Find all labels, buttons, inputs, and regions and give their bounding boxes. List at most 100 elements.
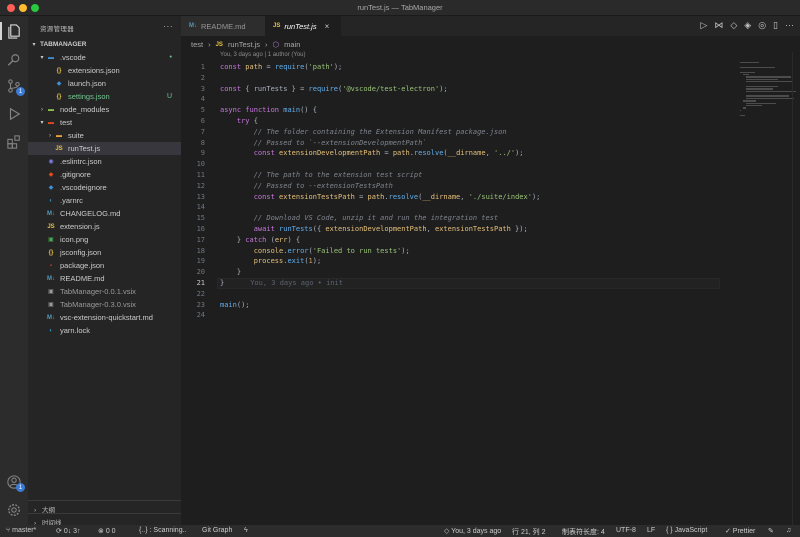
accounts-icon[interactable]: 1 bbox=[6, 474, 25, 492]
code-line[interactable]: 9 const extensionDevelopmentPath = path.… bbox=[181, 148, 741, 159]
scanning-status[interactable]: {..} : Scanning.. bbox=[139, 527, 186, 534]
settings-gear-icon[interactable] bbox=[6, 502, 22, 518]
tab-readme[interactable]: M↓ README.md bbox=[181, 16, 265, 36]
split-editor-icon[interactable]: ▯ bbox=[773, 20, 778, 31]
run-icon[interactable]: ▷ bbox=[700, 20, 707, 31]
search-icon[interactable] bbox=[6, 52, 22, 68]
sync-status[interactable]: ⟳ 0↓ 3↑ bbox=[56, 527, 81, 535]
blame-status[interactable]: ◇ You, 3 days ago bbox=[444, 527, 501, 535]
codelens-authors[interactable]: You, 3 days ago | 1 author (You) bbox=[220, 52, 306, 58]
outline-section[interactable]: › 大纲 bbox=[28, 500, 181, 514]
code-line[interactable]: 13 const extensionTestsPath = path.resol… bbox=[181, 192, 741, 203]
tree-file[interactable]: M↓ CHANGELOG.md bbox=[28, 207, 181, 220]
tree-file[interactable]: ◐ yarn.lock bbox=[28, 324, 181, 337]
tree-file[interactable]: ▣ TabManager-0.3.0.vsix bbox=[28, 298, 181, 311]
code-line[interactable]: 20 } bbox=[181, 267, 741, 278]
code-line[interactable]: 12 // Passed to --extensionTestsPath bbox=[181, 181, 741, 192]
cursor-position[interactable]: 行 21, 列 2 bbox=[512, 527, 545, 537]
tree-file[interactable]: ▪ package.json bbox=[28, 259, 181, 272]
tree-file[interactable]: ◆ .vscodeignore bbox=[28, 181, 181, 194]
code-line[interactable]: 4 bbox=[181, 94, 741, 105]
tree-folder[interactable]: ▾ ▬ test bbox=[28, 116, 181, 129]
code-line[interactable]: 15 // Download VS Code, unzip it and run… bbox=[181, 213, 741, 224]
code-line[interactable]: 2 bbox=[181, 73, 741, 84]
breadcrumb-item[interactable]: main bbox=[284, 40, 300, 49]
code-line[interactable]: 24 bbox=[181, 310, 741, 321]
branch-status[interactable]: ⑂ master* bbox=[6, 527, 36, 534]
more-actions-icon[interactable]: ··· bbox=[785, 20, 794, 31]
run-debug-icon[interactable] bbox=[6, 106, 22, 122]
code-line[interactable]: 5 async function main() { bbox=[181, 105, 741, 116]
code-line[interactable]: 17 } catch (err) { bbox=[181, 235, 741, 246]
minimap-line bbox=[746, 95, 790, 97]
tree-file[interactable]: M↓ README.md bbox=[28, 272, 181, 285]
close-tab-icon[interactable]: × bbox=[325, 22, 330, 31]
tree-file[interactable]: ◆ launch.json bbox=[28, 77, 181, 90]
git-graph-button[interactable]: Git Graph bbox=[202, 527, 232, 534]
problems-status[interactable]: ⊗ 0 0 bbox=[98, 527, 116, 535]
code-line-text: } You, 3 days ago • init bbox=[220, 279, 343, 287]
tree-file[interactable]: JS runTest.js bbox=[28, 142, 181, 155]
breadcrumb-item[interactable]: runTest.js bbox=[228, 40, 260, 49]
tree-file[interactable]: ◆ .gitignore bbox=[28, 168, 181, 181]
feedback-icon[interactable]: ✎ bbox=[768, 527, 774, 535]
more-actions-icon[interactable]: ··· bbox=[163, 21, 173, 31]
extensions-icon[interactable] bbox=[6, 134, 22, 150]
code-line[interactable]: 22 bbox=[181, 289, 741, 300]
code-line[interactable]: 21} You, 3 days ago • init bbox=[181, 278, 741, 289]
source-control-icon[interactable]: 1 bbox=[6, 78, 25, 96]
explorer-header: 资源管理器 ··· bbox=[28, 16, 181, 38]
code-line[interactable]: 7 // The folder containing the Extension… bbox=[181, 127, 741, 138]
tree-file[interactable]: ◐ .yarnrc bbox=[28, 194, 181, 207]
code-line[interactable]: 1 const path = require('path'); bbox=[181, 62, 741, 73]
editor-scrollbar[interactable] bbox=[792, 52, 800, 525]
minimap-line bbox=[746, 105, 762, 107]
json-icon: {} bbox=[56, 93, 62, 100]
tree-file[interactable]: {} extensions.json bbox=[28, 64, 181, 77]
chevron-right-icon: › bbox=[41, 106, 43, 113]
go-forward-icon[interactable]: ◈ bbox=[744, 20, 751, 31]
code-line[interactable]: 11 // The path to the extension test scr… bbox=[181, 170, 741, 181]
code-line[interactable]: 6 try { bbox=[181, 116, 741, 127]
code-line[interactable]: 16 await runTests({ extensionDevelopment… bbox=[181, 224, 741, 235]
tree-file[interactable]: {} settings.json U bbox=[28, 90, 181, 103]
breadcrumb-item[interactable]: test bbox=[191, 40, 203, 49]
pulse-icon[interactable]: ϟ bbox=[244, 527, 248, 534]
workspace-root[interactable]: ▾ TABMANAGER bbox=[28, 38, 181, 51]
tree-file[interactable]: ▣ icon.png bbox=[28, 233, 181, 246]
code-line[interactable]: 23 main(); bbox=[181, 300, 741, 311]
tree-folder[interactable]: › ▬ suite bbox=[28, 129, 181, 142]
source-control-compare-icon[interactable]: ⋈ bbox=[714, 20, 723, 31]
explorer-icon[interactable] bbox=[6, 23, 22, 39]
notifications-bell-icon[interactable]: ♫ bbox=[786, 527, 791, 534]
vsix-icon: ▣ bbox=[48, 302, 54, 308]
tree-item-label: vsc-extension-quickstart.md bbox=[60, 313, 153, 322]
tree-folder[interactable]: › ▬ node_modules bbox=[28, 103, 181, 116]
markdown-icon: M↓ bbox=[47, 275, 55, 282]
tree-file[interactable]: ◉ .eslintrc.json bbox=[28, 155, 181, 168]
end-of-line[interactable]: LF bbox=[647, 527, 655, 534]
toggle-blame-icon[interactable]: ◎ bbox=[758, 20, 766, 31]
minimap[interactable] bbox=[740, 62, 796, 116]
encoding[interactable]: UTF-8 bbox=[616, 527, 636, 534]
code-line[interactable]: 18 console.error('Failed to run tests'); bbox=[181, 246, 741, 257]
editor-tabs: M↓ README.md JS runTest.js × ▷ ⋈ ◇ ◈ ◎ ▯… bbox=[181, 16, 800, 36]
tab-size[interactable]: 制表符长度: 4 bbox=[562, 527, 605, 537]
code-line[interactable]: 3 const { runTests } = require('@vscode/t… bbox=[181, 84, 741, 95]
tab-runtest[interactable]: JS runTest.js × bbox=[265, 16, 341, 36]
language-mode[interactable]: { } JavaScript bbox=[666, 527, 707, 534]
minimap-line bbox=[746, 102, 776, 104]
tree-folder[interactable]: ▾ ▬ .vscode • bbox=[28, 51, 181, 64]
go-back-icon[interactable]: ◇ bbox=[730, 20, 737, 31]
tree-file[interactable]: M↓ vsc-extension-quickstart.md bbox=[28, 311, 181, 324]
code-line[interactable]: 19 process.exit(1); bbox=[181, 256, 741, 267]
code-line[interactable]: 8 // Passed to `--extensionDevelopmentPa… bbox=[181, 138, 741, 149]
prettier-status[interactable]: ✓ Prettier bbox=[725, 527, 755, 535]
tree-file[interactable]: JS extension.js bbox=[28, 220, 181, 233]
line-number: 17 bbox=[196, 235, 205, 244]
tree-file[interactable]: ▣ TabManager-0.0.1.vsix bbox=[28, 285, 181, 298]
tree-file[interactable]: {} jsconfig.json bbox=[28, 246, 181, 259]
code-line[interactable]: 14 bbox=[181, 202, 741, 213]
code-line[interactable]: 10 bbox=[181, 159, 741, 170]
minimap-line bbox=[740, 71, 755, 73]
